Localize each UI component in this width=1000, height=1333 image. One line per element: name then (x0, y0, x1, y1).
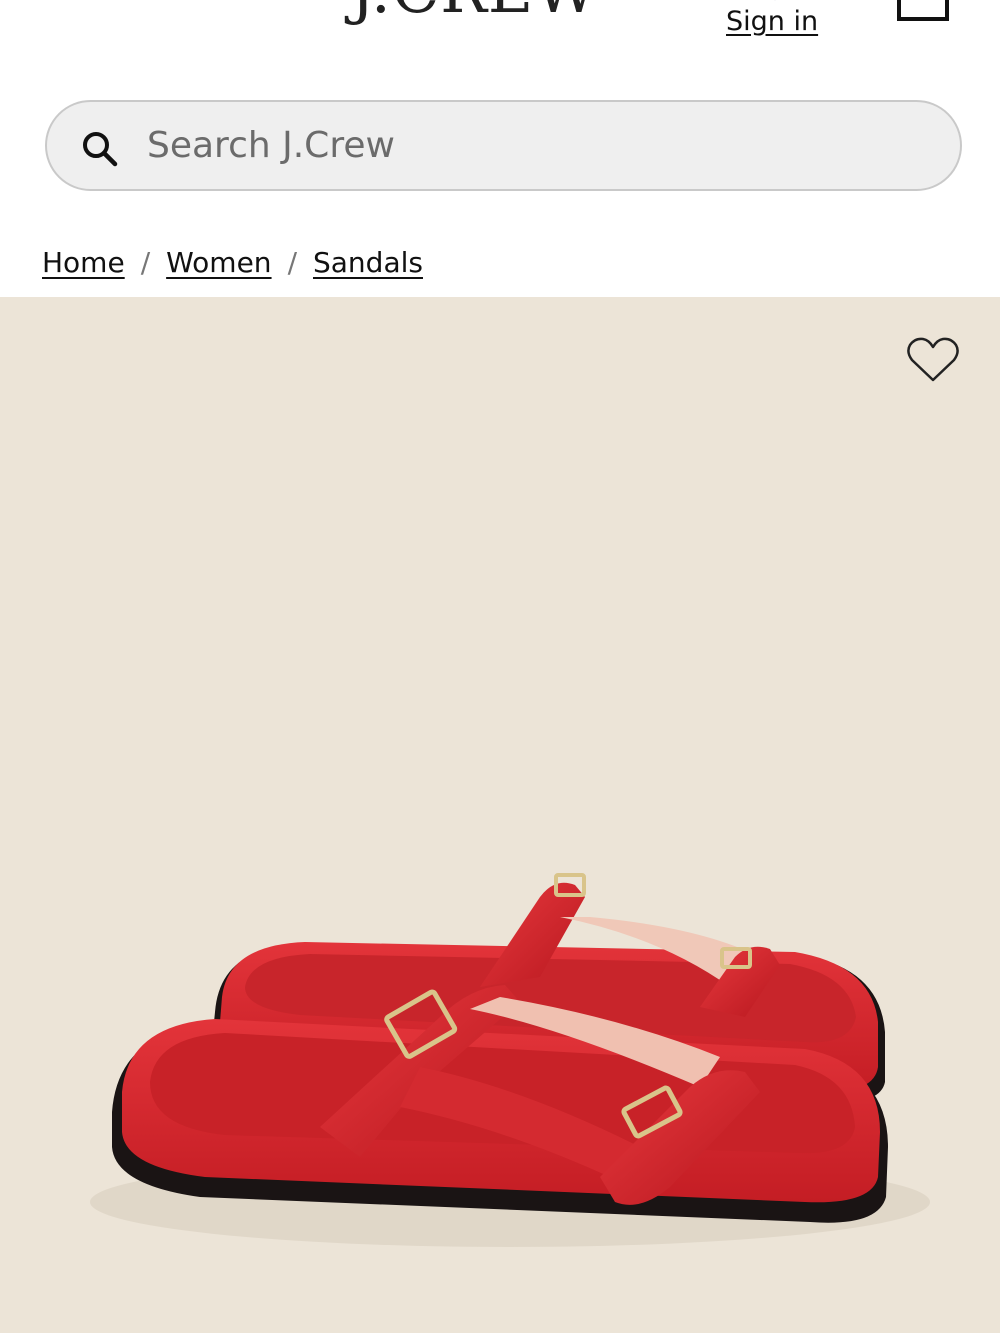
search-bar[interactable]: Search J.Crew (45, 100, 962, 191)
product-page: J.CREW Sign in Search J.Crew Home / Wome… (0, 0, 1000, 1333)
shopping-bag-icon[interactable] (896, 0, 950, 22)
brand-logo[interactable]: J.CREW (350, 0, 650, 26)
product-image[interactable] (0, 297, 1000, 1333)
search-placeholder: Search J.Crew (147, 125, 395, 166)
breadcrumb-separator: / (287, 245, 297, 279)
breadcrumb-home[interactable]: Home (42, 246, 125, 279)
breadcrumb-women[interactable]: Women (166, 246, 271, 279)
site-header: J.CREW Sign in (0, 0, 1000, 80)
user-icon (774, 0, 776, 1)
heart-icon[interactable] (906, 336, 960, 384)
breadcrumb-sandals[interactable]: Sandals (313, 246, 423, 279)
breadcrumb-separator: / (140, 245, 151, 279)
sign-in-label: Sign in (726, 6, 819, 37)
hamburger-menu-button[interactable] (48, 0, 110, 18)
breadcrumb: Home / Women / Sandals (42, 240, 423, 284)
sandal-image (90, 873, 930, 1247)
search-icon (83, 132, 118, 167)
sign-in-link[interactable]: Sign in (722, 0, 832, 52)
